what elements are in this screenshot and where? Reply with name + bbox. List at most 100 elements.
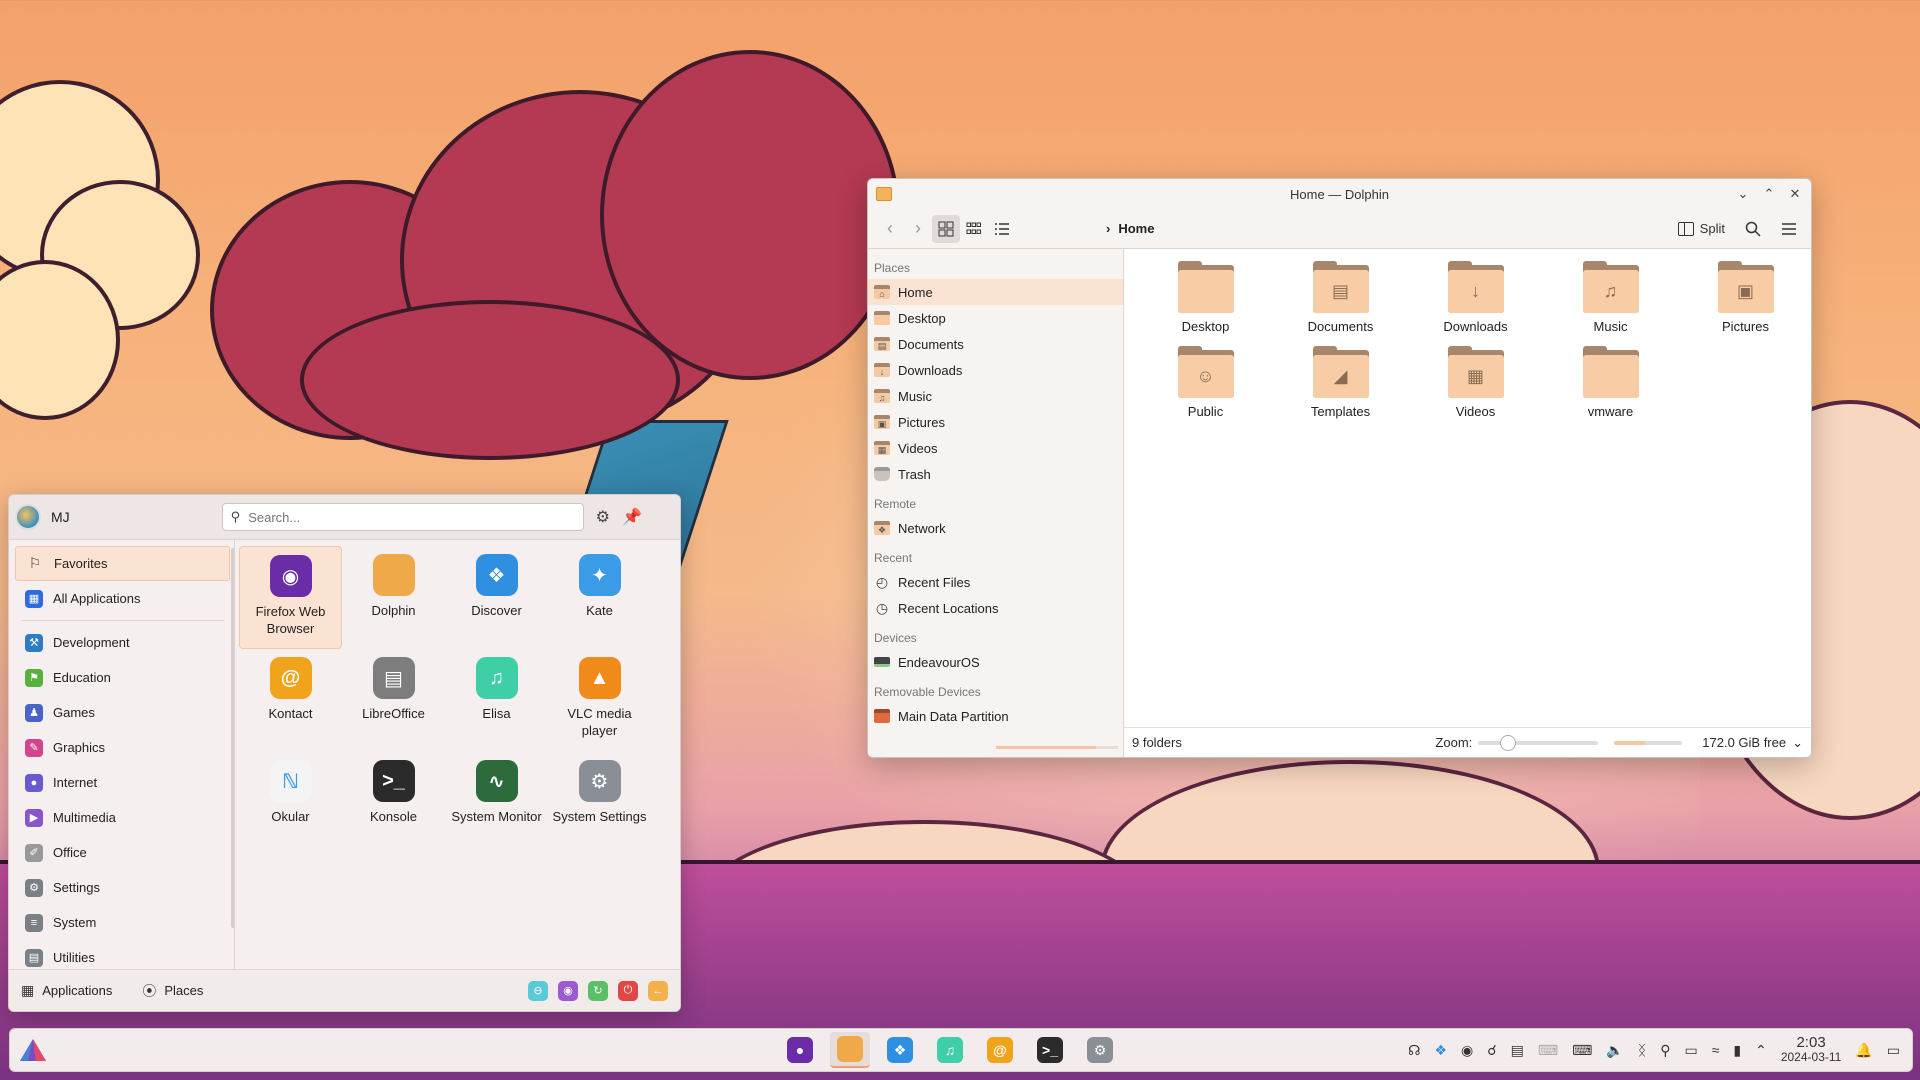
discord-icon[interactable]: ☊ xyxy=(1408,1042,1420,1059)
titlebar[interactable]: Home — Dolphin ⌄ ⌃ ✕ xyxy=(868,179,1811,209)
digital-clock[interactable]: 2:03 2024-03-11 xyxy=(1781,1035,1842,1065)
category-all-applications[interactable]: ▦ All Applications xyxy=(15,581,230,616)
place-home[interactable]: ⌂ Home xyxy=(868,279,1123,305)
clipboard-icon[interactable]: ▤ xyxy=(1511,1042,1524,1059)
keyboard-icon[interactable]: ⌨ xyxy=(1572,1042,1592,1059)
battery-icon[interactable]: ▮ xyxy=(1733,1042,1741,1059)
volume-icon[interactable]: 🔈 xyxy=(1606,1042,1623,1059)
forward-button[interactable]: › xyxy=(904,215,932,243)
task-firefox[interactable]: ● xyxy=(780,1032,820,1068)
hamburger-menu-button[interactable] xyxy=(1775,215,1803,243)
folder-item-downloads[interactable]: ↓ Downloads xyxy=(1408,261,1543,334)
show-desktop-icon[interactable]: ▭ xyxy=(1887,1042,1900,1059)
place-downloads[interactable]: ↓ Downloads xyxy=(868,357,1123,383)
shutdown-button[interactable]: ⏻ xyxy=(618,980,638,1001)
file-view[interactable]: Desktop ▤ Documents ↓ Downloads ♫ Music ▣ Pictur… xyxy=(1124,249,1811,757)
chevron-up-icon[interactable]: ⌃ xyxy=(1755,1042,1767,1059)
folder-item-documents[interactable]: ▤ Documents xyxy=(1273,261,1408,334)
place-desktop[interactable]: Desktop xyxy=(868,305,1123,331)
app-okular[interactable]: ℕ Okular xyxy=(239,752,342,855)
search-button[interactable] xyxy=(1739,215,1767,243)
category-multimedia[interactable]: ▶ Multimedia xyxy=(15,800,230,835)
place-trash[interactable]: Trash xyxy=(868,461,1123,487)
discover-tray-icon[interactable]: ❖ xyxy=(1434,1042,1447,1059)
place-pictures[interactable]: ▣ Pictures xyxy=(868,409,1123,435)
category-graphics[interactable]: ✎ Graphics xyxy=(15,730,230,765)
restart-button[interactable]: ↻ xyxy=(588,980,608,1001)
folder-item-vmware[interactable]: vmware xyxy=(1543,346,1678,419)
task-elisa[interactable]: ♫ xyxy=(930,1032,970,1068)
folder-item-desktop[interactable]: Desktop xyxy=(1138,261,1273,334)
sleep-button[interactable]: ⊖ xyxy=(528,980,548,1001)
task-kontact[interactable]: @ xyxy=(980,1032,1020,1068)
folder-item-videos[interactable]: ▦ Videos xyxy=(1408,346,1543,419)
task-system-settings[interactable]: ⚙ xyxy=(1080,1032,1120,1068)
chevron-down-icon[interactable]: ⌄ xyxy=(1792,735,1803,751)
place-recent-files[interactable]: ◴ Recent Files xyxy=(868,569,1123,595)
back-button[interactable]: ‹ xyxy=(876,215,904,243)
details-view-button[interactable] xyxy=(988,215,1016,243)
place-videos[interactable]: ▦ Videos xyxy=(868,435,1123,461)
place-endeavouros[interactable]: EndeavourOS xyxy=(868,649,1123,675)
bluetooth-icon[interactable]: ᛝ xyxy=(1638,1042,1646,1058)
app-system-monitor[interactable]: ∿ System Monitor xyxy=(445,752,548,855)
logout-button[interactable]: ← xyxy=(648,980,668,1001)
pin-icon[interactable]: 📌 xyxy=(622,507,642,527)
input-method-icon[interactable]: ⌨ xyxy=(1538,1042,1558,1059)
category-office[interactable]: ✐ Office xyxy=(15,835,230,870)
category-internet[interactable]: ● Internet xyxy=(15,765,230,800)
folder-item-music[interactable]: ♫ Music xyxy=(1543,261,1678,334)
gear-icon[interactable]: ⚙ xyxy=(596,507,610,527)
app-system-settings[interactable]: ⚙ System Settings xyxy=(548,752,651,855)
app-kontact[interactable]: @ Kontact xyxy=(239,649,342,752)
steam-icon[interactable]: ◉ xyxy=(1461,1042,1473,1059)
maximize-button[interactable]: ⌃ xyxy=(1761,186,1777,202)
task-konsole[interactable]: >_ xyxy=(1030,1032,1070,1068)
app-elisa[interactable]: ♫ Elisa xyxy=(445,649,548,752)
application-launcher-button[interactable] xyxy=(18,1037,48,1063)
tab-places[interactable]: ⦿ Places xyxy=(142,981,203,1001)
compact-view-button[interactable] xyxy=(960,215,988,243)
minimize-button[interactable]: ⌄ xyxy=(1735,186,1751,202)
app-firefox-web-browser[interactable]: ◉ Firefox Web Browser xyxy=(239,546,342,649)
task-discover[interactable]: ❖ xyxy=(880,1032,920,1068)
tab-applications[interactable]: ▦ Applications xyxy=(21,982,112,999)
app-libreoffice[interactable]: ▤ LibreOffice xyxy=(342,649,445,752)
category-games[interactable]: ♟ Games xyxy=(15,695,230,730)
close-button[interactable]: ✕ xyxy=(1787,186,1803,202)
location-icon[interactable]: ⚲ xyxy=(1660,1042,1670,1059)
category-development[interactable]: ⚒ Development xyxy=(15,625,230,660)
place-recent-locations[interactable]: ◷ Recent Locations xyxy=(868,595,1123,621)
bell-icon[interactable]: 🔔 xyxy=(1855,1042,1872,1059)
place-documents[interactable]: ▤ Documents xyxy=(868,331,1123,357)
app-kate[interactable]: ✦ Kate xyxy=(548,546,651,649)
app-dolphin[interactable]: Dolphin xyxy=(342,546,445,649)
zoom-slider[interactable] xyxy=(1478,734,1599,751)
search-field[interactable]: ⚲ xyxy=(221,503,584,531)
category-scrollbar[interactable] xyxy=(231,548,234,928)
dolphin-app-icon[interactable] xyxy=(876,187,892,201)
folder-item-templates[interactable]: ◢ Templates xyxy=(1273,346,1408,419)
sd-card-icon[interactable]: ▭ xyxy=(1684,1042,1697,1059)
category-utilities[interactable]: ▤ Utilities xyxy=(15,940,230,970)
search-input[interactable] xyxy=(248,509,549,525)
avatar[interactable] xyxy=(15,504,41,530)
icons-view-button[interactable] xyxy=(932,214,960,243)
free-space[interactable]: 172.0 GiB free xyxy=(1702,735,1786,750)
category-system[interactable]: ≡ System xyxy=(15,905,230,940)
wifi-icon[interactable]: ≈ xyxy=(1712,1042,1720,1058)
folder-item-pictures[interactable]: ▣ Pictures xyxy=(1678,261,1811,334)
task-dolphin[interactable] xyxy=(830,1032,870,1068)
folder-item-public[interactable]: ☺ Public xyxy=(1138,346,1273,419)
category-education[interactable]: ⚑ Education xyxy=(15,660,230,695)
zoom-slider-knob[interactable] xyxy=(1500,734,1517,751)
breadcrumb[interactable]: › Home xyxy=(1106,221,1154,236)
place-network[interactable]: ❖ Network xyxy=(868,515,1123,541)
app-discover[interactable]: ❖ Discover xyxy=(445,546,548,649)
app-vlc-media-player[interactable]: ▲ VLC media player xyxy=(548,649,651,752)
headset-icon[interactable]: ☌ xyxy=(1487,1042,1496,1059)
place-main-data-partition[interactable]: Main Data Partition xyxy=(868,703,1123,729)
category-favorites[interactable]: ⚐ Favorites xyxy=(15,546,230,581)
category-settings[interactable]: ⚙ Settings xyxy=(15,870,230,905)
split-button[interactable]: Split xyxy=(1672,217,1731,240)
